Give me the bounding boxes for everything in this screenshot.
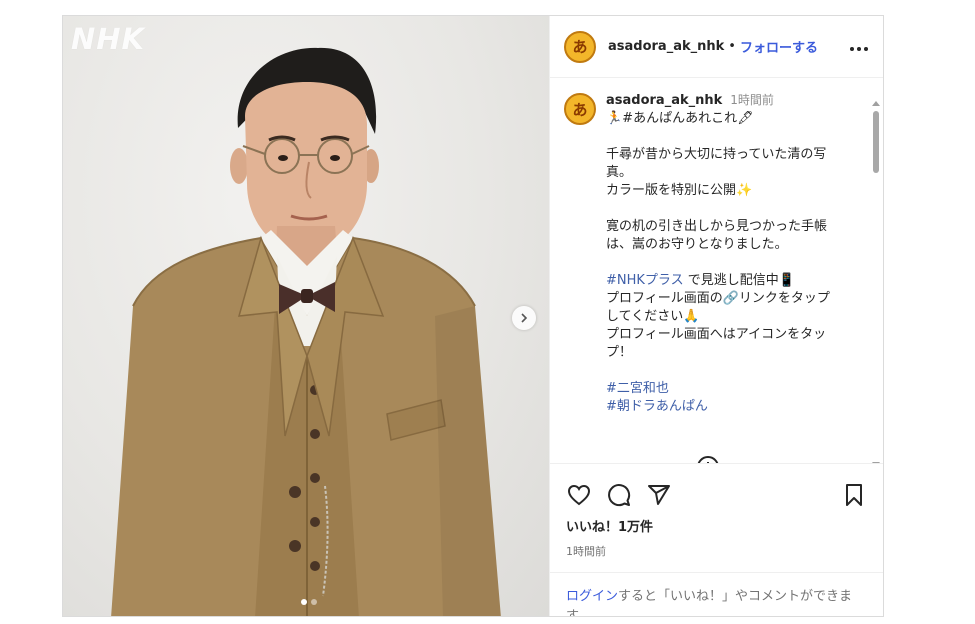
likes-count[interactable]: いいね！1万件 (550, 512, 883, 535)
caption-line: プ！ (606, 344, 856, 362)
carousel-indicator (301, 599, 317, 605)
plus-circle-icon (697, 456, 719, 463)
scroll-up-arrow[interactable] (872, 101, 880, 106)
caption-line-text: は、嵩のお守りとなりました。 (606, 237, 788, 252)
share-icon (648, 485, 670, 505)
caption-body: asadora_ak_nhk 1時間前 🏃#あんぱんあれこれ🖋 千尋が昔から大切に… (606, 91, 856, 416)
portrait-image (111, 47, 501, 616)
chevron-right-icon (521, 313, 528, 323)
hashtag-link[interactable]: #NHKプラス (606, 273, 684, 288)
comment-button[interactable] (606, 482, 632, 508)
caption-text: 🏃#あんぱんあれこれ🖋 千尋が昔から大切に持っていた清の写 真。カラー版を特別に公開… (606, 110, 856, 416)
heart-icon (567, 484, 591, 506)
more-icon (850, 47, 868, 51)
post-sidebar: あ asadora_ak_nhk • フォローする あ asadora_ak_n… (549, 16, 883, 616)
hashtag-link[interactable]: #二宮和也 (606, 381, 669, 396)
carousel-dot (311, 599, 317, 605)
load-more-comments-button[interactable] (696, 455, 720, 463)
caption-line: 真。 (606, 164, 856, 182)
caption-line-text: プ！ (606, 345, 633, 360)
nhk-watermark: NHK (71, 22, 146, 56)
scroll-thumb[interactable] (873, 111, 879, 173)
comments-area[interactable]: あ asadora_ak_nhk 1時間前 🏃#あんぱんあれこれ🖋 千尋が昔から大… (550, 79, 883, 463)
save-button[interactable] (841, 482, 867, 508)
share-button[interactable] (646, 482, 672, 508)
caption-line-text: 寛の机の引き出しから見つかった手帳 (606, 219, 828, 234)
caption-line: #NHKプラス で見逃し配信中📱 (606, 272, 856, 290)
login-prompt: ログインすると「いいね！」やコメントができます。 (550, 572, 883, 616)
caption-header: asadora_ak_nhk 1時間前 (606, 91, 856, 110)
caption-line: #二宮和也 (606, 380, 856, 398)
caption-line-text: プロフィール画面の🔗リンクをタップ (606, 291, 830, 306)
caption-line: 🏃#あんぱんあれこれ🖋 (606, 110, 856, 128)
caption-line-text: 千尋が昔から大切に持っていた清の写 (606, 147, 827, 162)
like-button[interactable] (566, 482, 592, 508)
scrollbar[interactable] (872, 101, 880, 463)
carousel-dot (301, 599, 307, 605)
caption-line: してください🙏 (606, 308, 856, 326)
caption-line (606, 200, 856, 218)
actions-area: いいね！1万件 1時間前 ログインすると「いいね！」やコメントができます。 (550, 463, 883, 616)
avatar-glyph: あ (572, 38, 588, 56)
caption-line-text: 真。 (606, 165, 633, 180)
comment-icon (608, 484, 631, 507)
caption-line: は、嵩のお守りとなりました。 (606, 236, 856, 254)
caption-line: プロフィール画面の🔗リンクをタップ (606, 290, 856, 308)
caption-line-text: 🏃#あんぱんあれこれ🖋 (606, 111, 754, 126)
avatar[interactable]: あ (564, 30, 596, 63)
login-link[interactable]: ログイン (566, 589, 618, 604)
next-slide-button[interactable] (512, 306, 536, 330)
caption-username[interactable]: asadora_ak_nhk (606, 92, 722, 110)
header-username[interactable]: asadora_ak_nhk (608, 39, 724, 54)
caption-line-text: プロフィール画面へはアイコンをタッ (606, 327, 827, 342)
caption-line: カラー版を特別に公開✨ (606, 182, 856, 200)
caption-line-suffix: で見逃し配信中📱 (683, 273, 795, 288)
hashtag-link[interactable]: #朝ドラあんぱん (606, 399, 708, 414)
caption-line: #朝ドラあんぱん (606, 398, 856, 416)
caption-line: 千尋が昔から大切に持っていた清の写 (606, 146, 856, 164)
more-options-button[interactable] (849, 37, 869, 56)
caption-time: 1時間前 (730, 93, 774, 107)
post-image[interactable]: NHK (63, 16, 549, 616)
caption-avatar[interactable]: あ (564, 93, 596, 125)
caption-line: プロフィール画面へはアイコンをタッ (606, 326, 856, 344)
follow-button[interactable]: フォローする (740, 37, 818, 56)
caption-line (606, 362, 856, 380)
action-bar (550, 464, 883, 512)
header-separator: • (728, 39, 736, 54)
caption-line (606, 128, 856, 146)
instagram-post: NHK あ asadora_ak_nhk • フォローする あ asadora_… (62, 15, 884, 617)
avatar-glyph: あ (572, 100, 588, 119)
caption-line-text: カラー版を特別に公開✨ (606, 183, 753, 198)
caption-line (606, 254, 856, 272)
post-timestamp: 1時間前 (566, 545, 606, 558)
caption: あ asadora_ak_nhk 1時間前 🏃#あんぱんあれこれ🖋 千尋が昔から大… (550, 79, 883, 416)
caption-line-text: してください🙏 (606, 309, 700, 324)
post-header: あ asadora_ak_nhk • フォローする (550, 16, 883, 78)
bookmark-icon (846, 484, 862, 506)
caption-line: 寛の机の引き出しから見つかった手帳 (606, 218, 856, 236)
